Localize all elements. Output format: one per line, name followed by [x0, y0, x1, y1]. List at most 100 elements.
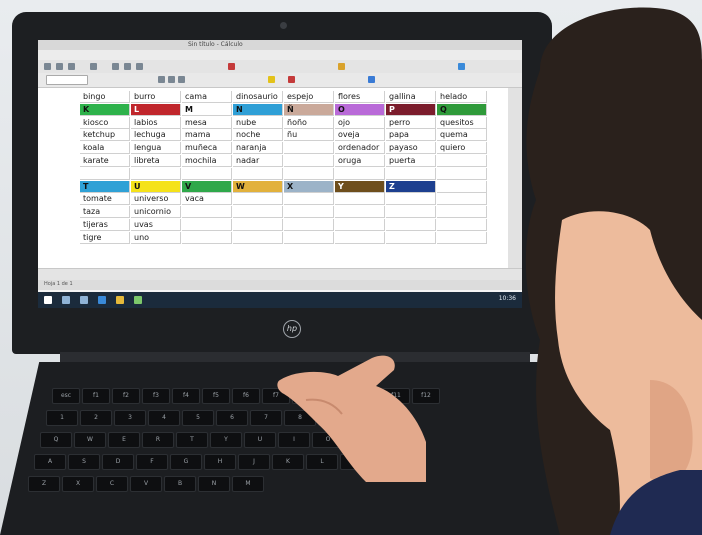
sheet-cell[interactable]: tijeras [80, 219, 130, 231]
cut-icon[interactable] [112, 63, 119, 70]
menu-bar[interactable] [38, 50, 522, 60]
sheet-cell[interactable]: ojo [335, 116, 385, 129]
sheet-cell[interactable] [437, 231, 487, 244]
sheet-cell[interactable]: muñeca [182, 142, 232, 155]
sheet-cell[interactable]: mochila [182, 155, 232, 167]
sheet-cell[interactable]: labios [131, 116, 181, 129]
sheet-cell[interactable]: ñu [284, 129, 334, 142]
sheet-cell[interactable] [386, 193, 436, 206]
sheet-cell[interactable]: payaso [386, 142, 436, 155]
sheet-cell[interactable]: oveja [335, 129, 385, 142]
sheet-cell[interactable] [284, 155, 334, 167]
sheet-cell[interactable] [284, 219, 334, 231]
sheet-cell[interactable]: O [335, 103, 385, 116]
sheet-cell[interactable] [182, 219, 232, 231]
sheet-cell[interactable]: Ñ [284, 103, 334, 116]
sheet-cell[interactable]: Y [335, 180, 385, 193]
sheet-cell[interactable] [233, 193, 283, 206]
underline-icon[interactable] [178, 76, 185, 83]
key[interactable]: H [204, 454, 236, 470]
key[interactable]: S [68, 454, 100, 470]
sheet-cell[interactable]: T [80, 180, 130, 193]
key[interactable]: V [130, 476, 162, 492]
sheet-cell[interactable] [233, 231, 283, 244]
sheet-cell[interactable]: K [80, 103, 130, 116]
search-icon[interactable] [62, 296, 70, 304]
sheet-cell[interactable] [437, 167, 487, 180]
sheet-cell[interactable]: gallina [386, 91, 436, 103]
open-icon[interactable] [56, 63, 63, 70]
sheet-cell[interactable] [437, 180, 487, 193]
sheet-cell[interactable]: Q [437, 103, 487, 116]
record-icon[interactable] [228, 63, 235, 70]
sheet-cell[interactable]: karate [80, 155, 130, 167]
key[interactable]: 6 [216, 410, 248, 426]
sheet-cell[interactable]: nube [233, 116, 283, 129]
sheet-cell[interactable]: N [233, 103, 283, 116]
sheet-cell[interactable]: V [182, 180, 232, 193]
key[interactable]: F [136, 454, 168, 470]
highlight-icon[interactable] [268, 76, 275, 83]
sheet-cell[interactable]: cama [182, 91, 232, 103]
key[interactable]: M [232, 476, 264, 492]
key[interactable]: f6 [232, 388, 260, 404]
sheet-cell[interactable]: puerta [386, 155, 436, 167]
sheet-cell[interactable]: M [182, 103, 232, 116]
key[interactable]: X [62, 476, 94, 492]
task-view-icon[interactable] [80, 296, 88, 304]
sheet-cell[interactable] [233, 167, 283, 180]
key[interactable]: G [170, 454, 202, 470]
sheet-cell[interactable] [437, 219, 487, 231]
key[interactable]: 4 [148, 410, 180, 426]
key[interactable]: W [74, 432, 106, 448]
sheet-cell[interactable]: vaca [182, 193, 232, 206]
sheet-cell[interactable]: papa [386, 129, 436, 142]
chart-icon[interactable] [338, 63, 345, 70]
key[interactable]: B [164, 476, 196, 492]
sheet-cell[interactable]: unicornio [131, 206, 181, 219]
sidebar-icon[interactable] [458, 63, 465, 70]
sheet-cell[interactable]: helado [437, 91, 487, 103]
key[interactable]: N [198, 476, 230, 492]
sheet-cell[interactable]: U [131, 180, 181, 193]
bold-icon[interactable] [158, 76, 165, 83]
key[interactable]: 3 [114, 410, 146, 426]
sheet-cell[interactable] [182, 167, 232, 180]
standard-toolbar[interactable] [38, 60, 522, 74]
sheet-cell[interactable]: taza [80, 206, 130, 219]
sheet-cell[interactable] [335, 206, 385, 219]
sheet-cell[interactable] [386, 206, 436, 219]
sheet-cell[interactable]: bingo [80, 91, 130, 103]
sheet-cell[interactable]: naranja [233, 142, 283, 155]
key[interactable]: f1 [82, 388, 110, 404]
sheet-cell[interactable]: mama [182, 129, 232, 142]
sheet-cell[interactable] [182, 206, 232, 219]
key[interactable]: f2 [112, 388, 140, 404]
sheet-cell[interactable] [284, 206, 334, 219]
key[interactable]: D [102, 454, 134, 470]
sheet-cell[interactable]: dinosaurio [233, 91, 283, 103]
key[interactable]: J [238, 454, 270, 470]
key[interactable]: C [96, 476, 128, 492]
sheet-cell[interactable]: tomate [80, 193, 130, 206]
sheet-cell[interactable]: universo [131, 193, 181, 206]
copy-icon[interactable] [124, 63, 131, 70]
align-center-icon[interactable] [368, 76, 375, 83]
sheet-cell[interactable] [437, 193, 487, 206]
sheet-cell[interactable]: espejo [284, 91, 334, 103]
save-icon[interactable] [68, 63, 75, 70]
sheet-cell[interactable] [284, 142, 334, 155]
sheet-cell[interactable]: mesa [182, 116, 232, 129]
sheet-cell[interactable] [335, 167, 385, 180]
sheet-cell[interactable] [284, 167, 334, 180]
sheet-cell[interactable]: X [284, 180, 334, 193]
print-icon[interactable] [90, 63, 97, 70]
sheet-cell[interactable] [233, 206, 283, 219]
sheet-cell[interactable] [386, 219, 436, 231]
sheet-cell[interactable] [335, 219, 385, 231]
sheet-cell[interactable] [80, 167, 130, 180]
sheet-cell[interactable]: Z [386, 180, 436, 193]
sheet-cell[interactable]: lengua [131, 142, 181, 155]
font-name-box[interactable] [46, 75, 88, 85]
browser-icon[interactable] [98, 296, 106, 304]
